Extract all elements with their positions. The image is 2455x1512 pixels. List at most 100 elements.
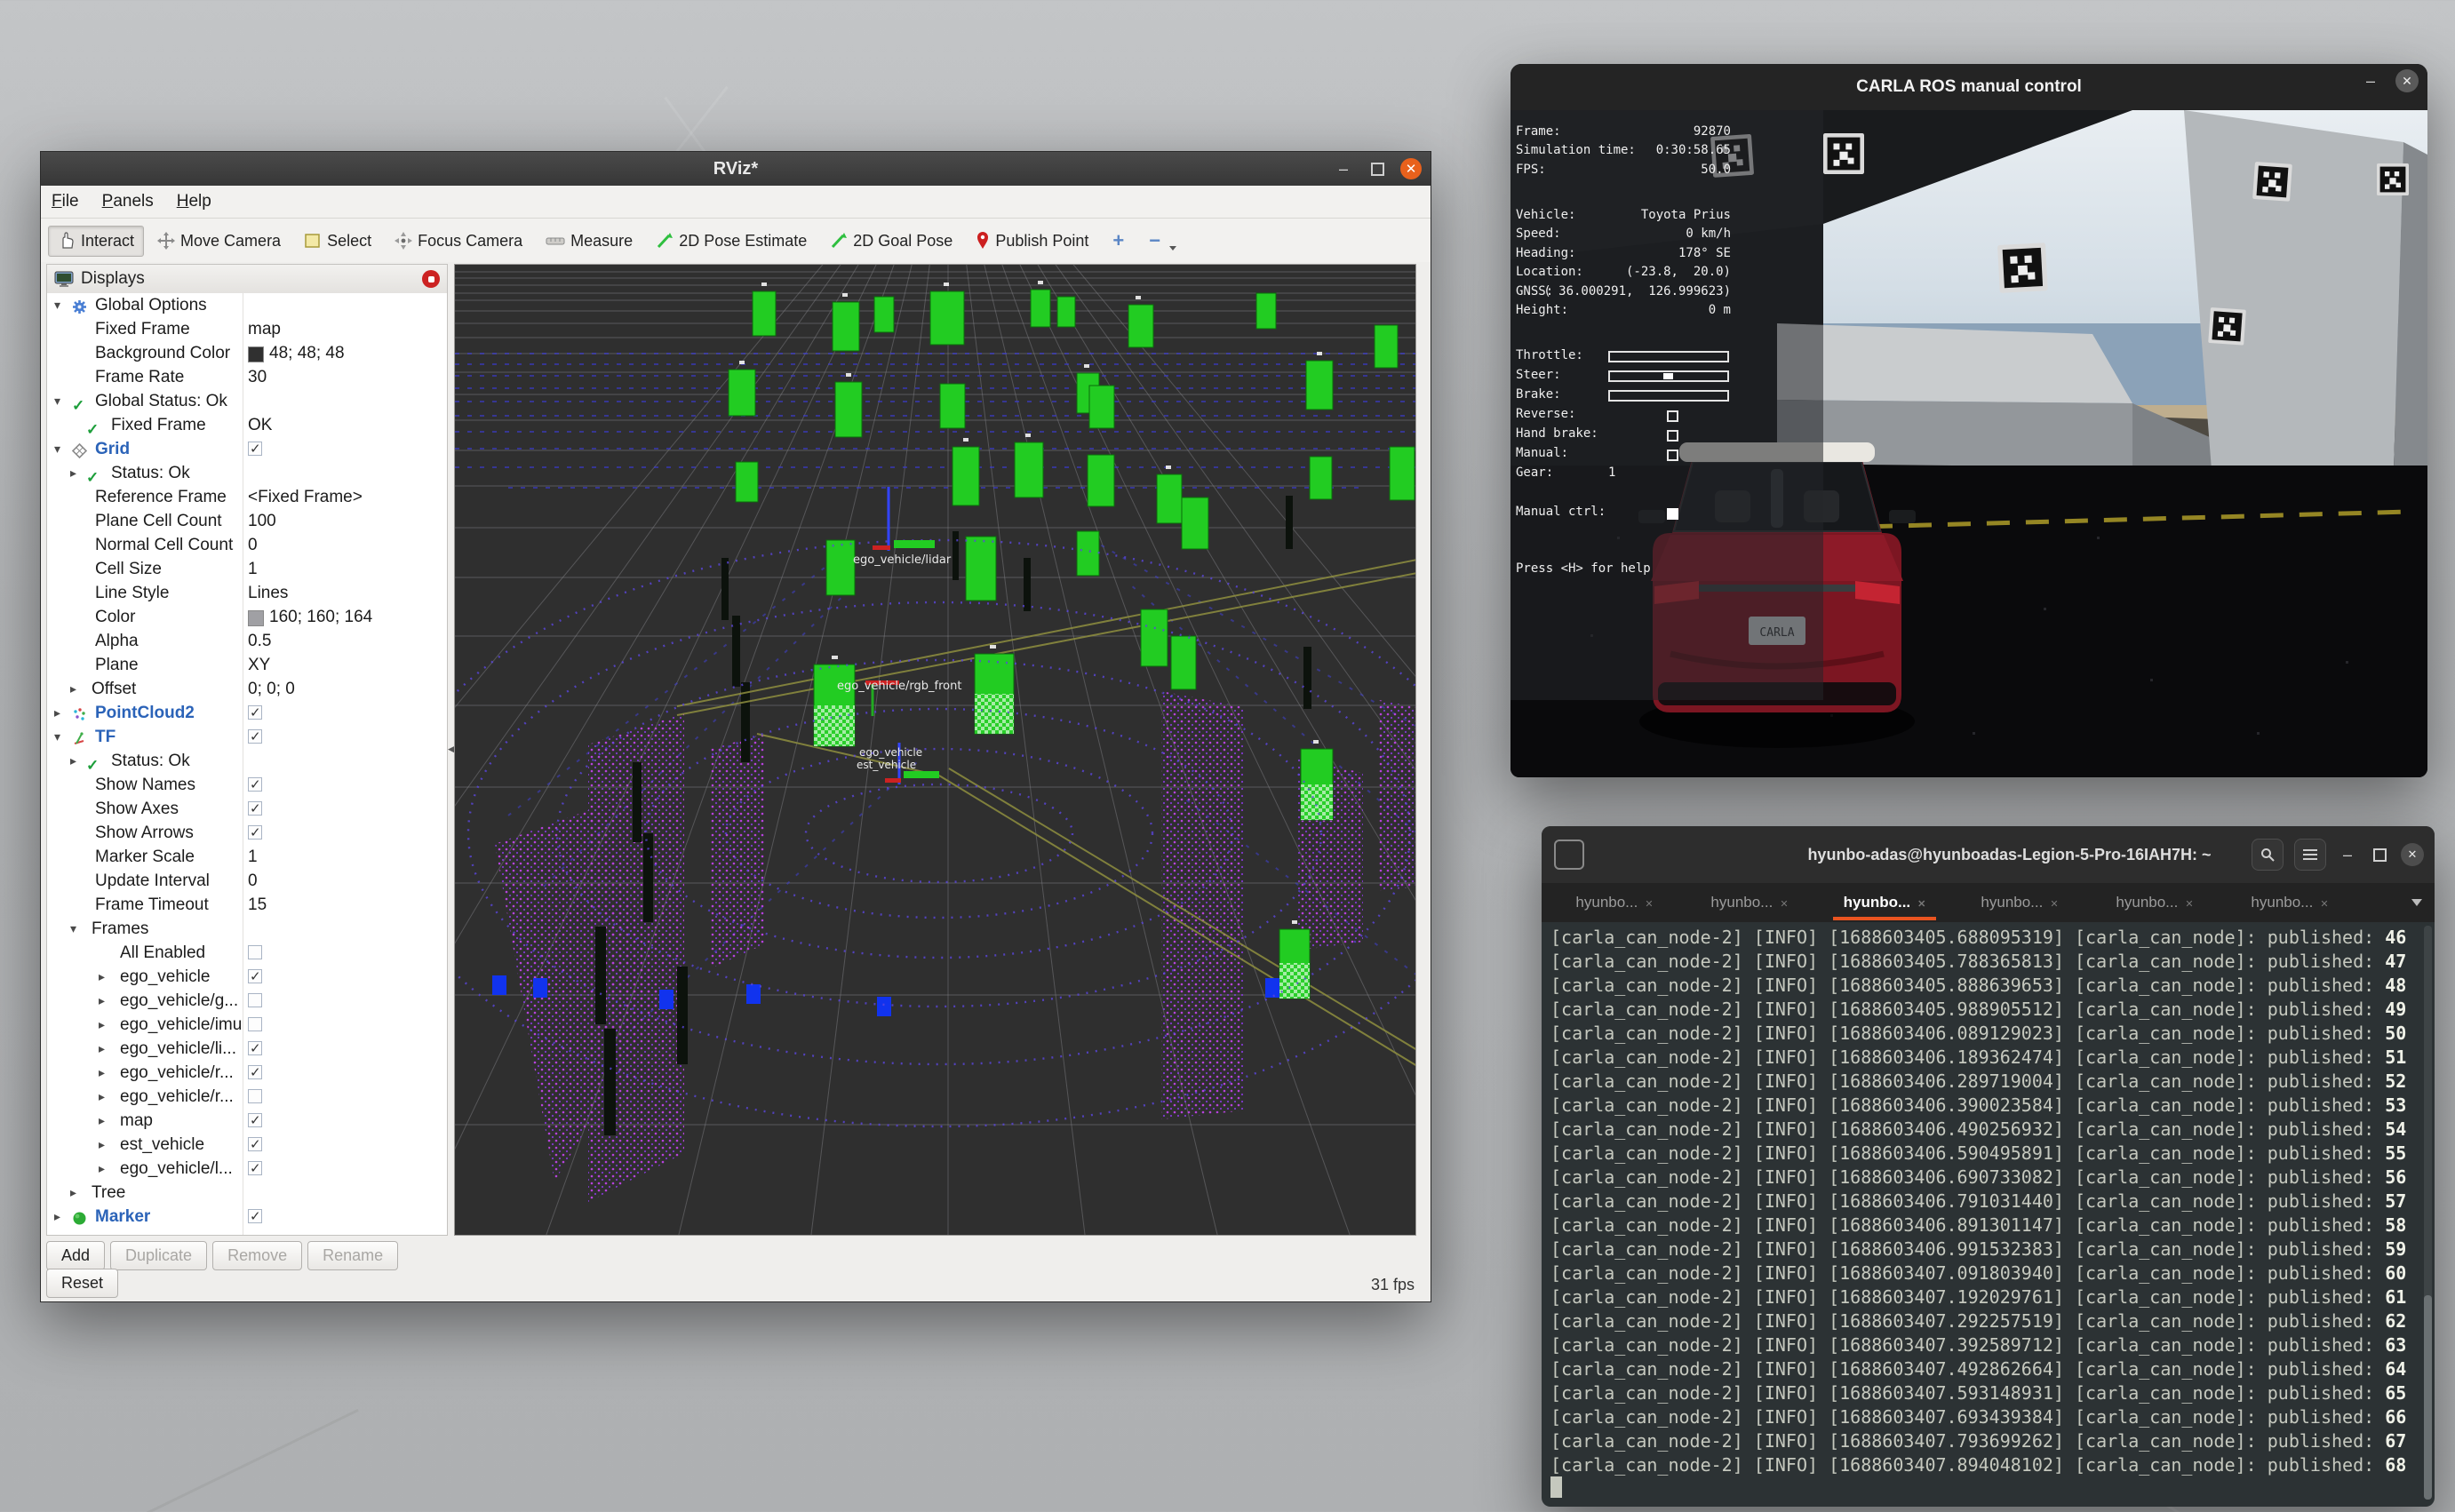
menu-icon[interactable] <box>2294 839 2326 871</box>
row-grid-status[interactable]: ✓Status: Ok <box>47 461 447 485</box>
row-frame-ego-vehicle[interactable]: ego_vehicle <box>47 965 447 989</box>
expander-icon[interactable] <box>54 701 60 725</box>
expander-icon[interactable] <box>99 1109 105 1133</box>
expander-icon[interactable] <box>99 1133 105 1157</box>
row-background-color[interactable]: Background Color48; 48; 48 <box>47 341 447 365</box>
tab-close-icon[interactable] <box>1645 894 1653 911</box>
duplicate-button[interactable]: Duplicate <box>110 1241 207 1270</box>
expander-icon[interactable] <box>70 461 76 485</box>
row-frame-ego-rgb[interactable]: ego_vehicle/r... <box>47 1061 447 1085</box>
expander-icon[interactable] <box>70 1181 76 1205</box>
tool-2d-pose-estimate[interactable]: 2D Pose Estimate <box>646 226 817 257</box>
remove-tool-button[interactable]: − <box>1138 227 1171 254</box>
row-pointcloud2[interactable]: PointCloud2 <box>47 701 447 725</box>
tool-interact[interactable]: Interact <box>48 226 144 257</box>
row-color[interactable]: Color160; 160; 164 <box>47 605 447 629</box>
row-tf-status[interactable]: ✓Status: Ok <box>47 749 447 773</box>
tab-close-icon[interactable] <box>2320 894 2328 911</box>
row-frame-ego-gnss[interactable]: ego_vehicle/g... <box>47 989 447 1013</box>
terminal-tab-1[interactable]: hyunbo... <box>1547 883 1682 922</box>
maximize-button[interactable] <box>2369 844 2390 865</box>
expander-icon[interactable] <box>54 293 60 317</box>
search-icon[interactable] <box>2252 839 2284 871</box>
row-normal-cell-count[interactable]: Normal Cell Count0 <box>47 533 447 557</box>
checkbox[interactable] <box>248 705 262 720</box>
minimize-button[interactable] <box>1333 158 1354 179</box>
expander-icon[interactable] <box>54 725 60 749</box>
checkbox[interactable] <box>248 1161 262 1175</box>
checkbox[interactable] <box>248 1113 262 1127</box>
rviz-titlebar[interactable]: RViz* <box>41 152 1431 186</box>
terminal-tab-5[interactable]: hyunbo... <box>2087 883 2222 922</box>
tab-close-icon[interactable] <box>2185 894 2193 911</box>
row-offset[interactable]: Offset0; 0; 0 <box>47 677 447 701</box>
checkbox[interactable] <box>248 801 262 816</box>
expander-icon[interactable] <box>99 1061 105 1085</box>
checkbox[interactable] <box>248 1209 262 1223</box>
expander-icon[interactable] <box>99 1157 105 1181</box>
displays-header[interactable]: Displays <box>47 265 447 294</box>
checkbox[interactable] <box>248 945 262 959</box>
carla-titlebar[interactable]: CARLA ROS manual control – <box>1510 64 2427 110</box>
tool-publish-point[interactable]: Publish Point <box>966 226 1098 257</box>
expander-icon[interactable] <box>54 1205 60 1229</box>
menu-file[interactable]: File <box>52 192 79 211</box>
checkbox[interactable] <box>248 1137 262 1151</box>
row-frame-ego-lidar[interactable]: ego_vehicle/li... <box>47 1037 447 1061</box>
tab-close-icon[interactable] <box>1780 894 1788 911</box>
row-tree[interactable]: Tree <box>47 1181 447 1205</box>
row-line-style[interactable]: Line StyleLines <box>47 581 447 605</box>
tool-select[interactable]: Select <box>294 226 381 257</box>
checkbox[interactable] <box>248 442 262 456</box>
minimize-button[interactable]: – <box>2360 70 2381 92</box>
row-show-axes[interactable]: Show Axes <box>47 797 447 821</box>
expander-icon[interactable] <box>54 437 60 461</box>
terminal-tab-3-active[interactable]: hyunbo... <box>1817 883 1952 922</box>
row-frame-ego-lidar2[interactable]: ego_vehicle/l... <box>47 1157 447 1181</box>
row-global-options[interactable]: Global Options <box>47 293 447 317</box>
row-plane[interactable]: PlaneXY <box>47 653 447 677</box>
expander-icon[interactable] <box>99 965 105 989</box>
reset-button[interactable]: Reset <box>46 1269 118 1298</box>
row-fixed-frame[interactable]: Fixed Framemap <box>47 317 447 341</box>
checkbox[interactable] <box>248 777 262 792</box>
rename-button[interactable]: Rename <box>307 1241 398 1270</box>
tool-focus-camera[interactable]: Focus Camera <box>385 226 532 257</box>
row-show-names[interactable]: Show Names <box>47 773 447 797</box>
row-plane-cell-count[interactable]: Plane Cell Count100 <box>47 509 447 533</box>
maximize-button[interactable] <box>1367 158 1388 179</box>
row-update-interval[interactable]: Update Interval0 <box>47 869 447 893</box>
expander-icon[interactable] <box>99 1037 105 1061</box>
checkbox[interactable] <box>248 1017 262 1031</box>
panel-close-icon[interactable] <box>422 270 440 288</box>
expander-icon[interactable] <box>99 1085 105 1109</box>
row-show-arrows[interactable]: Show Arrows <box>47 821 447 845</box>
terminal-tab-6[interactable]: hyunbo... <box>2222 883 2357 922</box>
row-alpha[interactable]: Alpha0.5 <box>47 629 447 653</box>
expander-icon[interactable] <box>99 1013 105 1037</box>
checkbox[interactable] <box>248 1041 262 1055</box>
row-grid[interactable]: Grid <box>47 437 447 461</box>
chevron-down-icon[interactable] <box>1169 246 1176 251</box>
row-tf[interactable]: TF <box>47 725 447 749</box>
tab-close-icon[interactable] <box>1917 894 1925 911</box>
checkbox[interactable] <box>248 1065 262 1079</box>
row-global-status[interactable]: ✓Global Status: Ok <box>47 389 447 413</box>
row-all-enabled[interactable]: All Enabled <box>47 941 447 965</box>
checkbox[interactable] <box>248 1089 262 1103</box>
tab-overflow-chevron-icon[interactable] <box>2411 899 2422 906</box>
expander-icon[interactable] <box>99 989 105 1013</box>
menu-panels[interactable]: Panels <box>102 192 154 211</box>
remove-button[interactable]: Remove <box>212 1241 302 1270</box>
row-cell-size[interactable]: Cell Size1 <box>47 557 447 581</box>
rviz-3d-viewport[interactable]: ego_vehicle/lidar ego_vehicle/rgb_front … <box>454 264 1416 1236</box>
expander-icon[interactable] <box>70 677 76 701</box>
add-button[interactable]: Add <box>46 1241 105 1270</box>
row-frame-ego-radar[interactable]: ego_vehicle/r... <box>47 1085 447 1109</box>
checkbox[interactable] <box>248 825 262 840</box>
terminal-tab-4[interactable]: hyunbo... <box>1952 883 2087 922</box>
tool-move-camera[interactable]: Move Camera <box>147 226 291 257</box>
row-frame-est-vehicle[interactable]: est_vehicle <box>47 1133 447 1157</box>
row-frame-timeout[interactable]: Frame Timeout15 <box>47 893 447 917</box>
checkbox[interactable] <box>248 993 262 1007</box>
